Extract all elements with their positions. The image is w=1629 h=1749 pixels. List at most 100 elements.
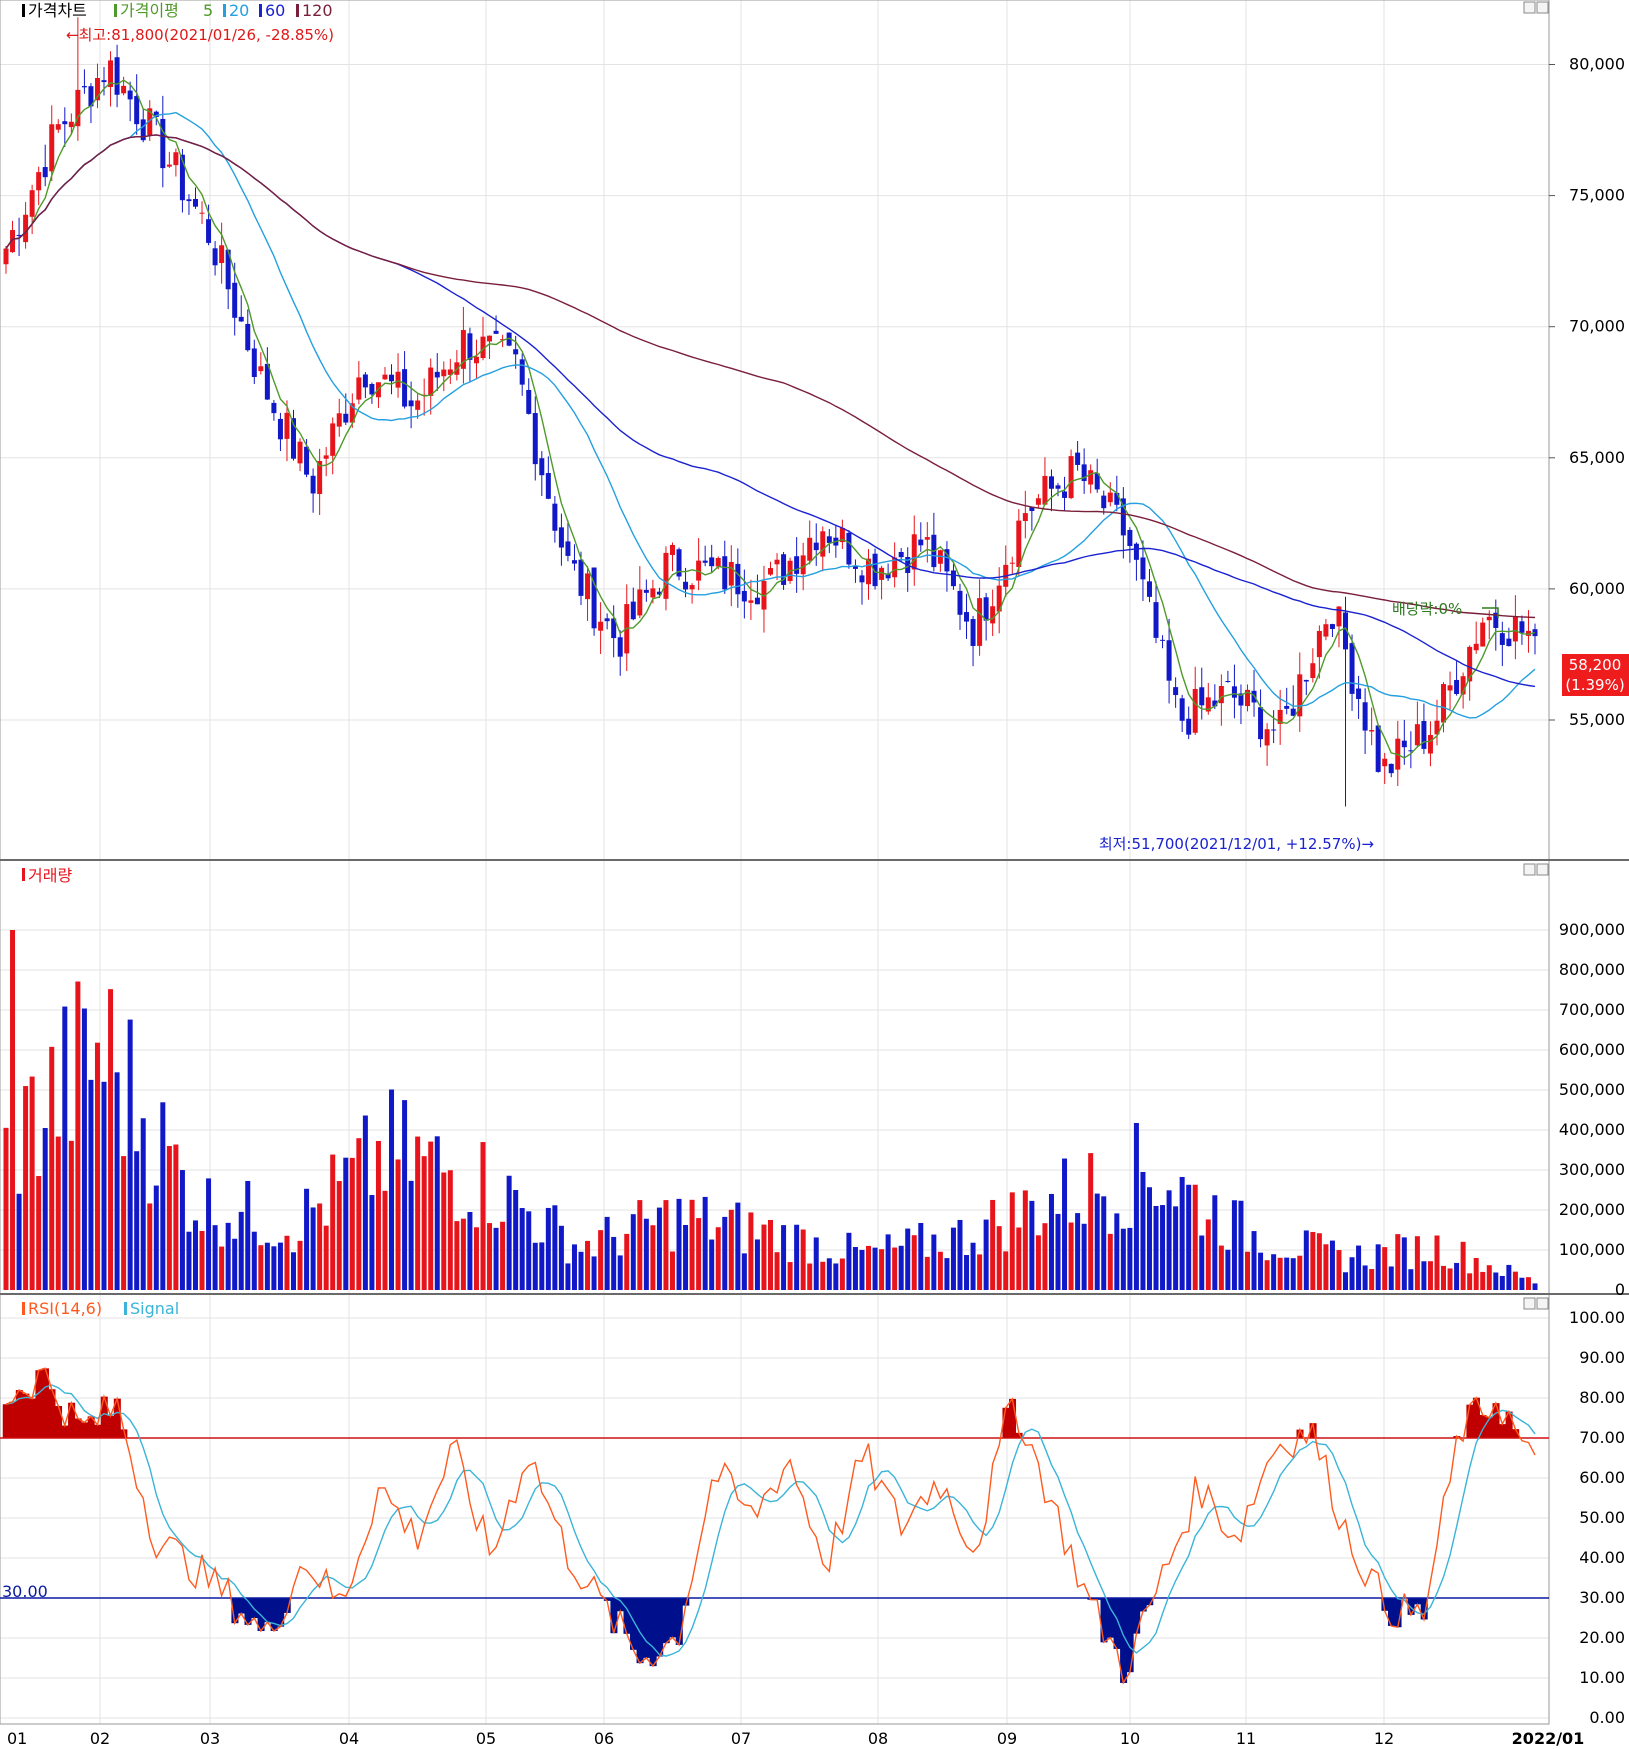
volume-bar bbox=[493, 1227, 499, 1290]
candle-body bbox=[1153, 602, 1159, 638]
volume-tick-label: 300,000 bbox=[1559, 1160, 1625, 1179]
volume-bar bbox=[284, 1235, 290, 1290]
volume-bar bbox=[715, 1227, 721, 1290]
rsi-overbought-fill bbox=[22, 1393, 30, 1438]
candle-body bbox=[1310, 663, 1316, 678]
candle-body bbox=[898, 552, 904, 558]
volume-bar bbox=[748, 1212, 754, 1290]
candle-body bbox=[598, 621, 604, 631]
rsi-oversold-fill bbox=[251, 1598, 259, 1619]
volume-bar bbox=[1512, 1271, 1518, 1290]
rsi-oversold-fill bbox=[1133, 1598, 1141, 1634]
volume-bar bbox=[996, 1226, 1002, 1290]
volume-bar bbox=[153, 1185, 159, 1290]
volume-bar bbox=[506, 1175, 512, 1290]
volume-tick-label: 700,000 bbox=[1559, 1000, 1625, 1019]
volume-bar bbox=[1493, 1272, 1499, 1290]
candle-body bbox=[219, 245, 225, 264]
volume-bar bbox=[1160, 1205, 1166, 1290]
candle-body bbox=[748, 600, 754, 603]
ma120-line bbox=[5, 134, 1536, 619]
volume-bar bbox=[1525, 1277, 1531, 1290]
volume-bar bbox=[846, 1232, 852, 1290]
candle-body bbox=[1414, 724, 1420, 746]
candle-body bbox=[330, 423, 336, 456]
minimize-icon[interactable] bbox=[1523, 863, 1536, 876]
signal-legend: Signal bbox=[130, 1299, 179, 1318]
volume-tick-label: 800,000 bbox=[1559, 960, 1625, 979]
candle-body bbox=[794, 556, 800, 574]
volume-bar bbox=[219, 1246, 225, 1290]
volume-bar bbox=[147, 1203, 153, 1290]
volume-bar bbox=[232, 1238, 238, 1290]
candle-body bbox=[1075, 452, 1081, 465]
x-tick-label: 03 bbox=[200, 1729, 220, 1748]
candle-body bbox=[434, 371, 440, 378]
volume-bar bbox=[722, 1216, 728, 1290]
volume-bar bbox=[970, 1242, 976, 1290]
rsi-tick-label: 50.00 bbox=[1579, 1508, 1625, 1527]
rsi-overbought-fill bbox=[74, 1418, 82, 1438]
volume-bar bbox=[1218, 1245, 1224, 1290]
x-tick-label: 06 bbox=[594, 1729, 614, 1748]
candle-body bbox=[1454, 679, 1460, 695]
volume-bar bbox=[500, 1221, 506, 1290]
volume-tick-label: 100,000 bbox=[1559, 1240, 1625, 1259]
volume-panel-buttons[interactable] bbox=[1523, 863, 1549, 876]
rsi-overbought-fill bbox=[94, 1424, 102, 1438]
volume-bar bbox=[362, 1115, 368, 1290]
candle-body bbox=[1303, 679, 1309, 682]
volume-bar bbox=[140, 1118, 146, 1290]
volume-bar bbox=[1316, 1233, 1322, 1290]
x-tick-label: 05 bbox=[476, 1729, 496, 1748]
volume-bar bbox=[859, 1249, 865, 1290]
candle-body bbox=[585, 573, 591, 600]
minimize-icon[interactable] bbox=[1523, 1, 1536, 14]
volume-bar bbox=[473, 1227, 479, 1290]
volume-bar bbox=[728, 1209, 734, 1290]
rsi-panel-buttons[interactable] bbox=[1523, 1297, 1549, 1310]
volume-bar bbox=[1414, 1236, 1420, 1290]
legend-ma-label: 가격이평 bbox=[120, 1, 179, 20]
volume-bar bbox=[924, 1256, 930, 1290]
candle-body bbox=[950, 570, 956, 587]
volume-bar bbox=[761, 1224, 767, 1290]
volume-bar bbox=[826, 1258, 832, 1290]
candle-body bbox=[1356, 688, 1362, 700]
volume-bar bbox=[88, 1079, 94, 1290]
price-panel-buttons[interactable] bbox=[1523, 1, 1549, 14]
volume-bar bbox=[781, 1225, 787, 1290]
volume-bar bbox=[1329, 1240, 1335, 1290]
rsi-tick-label: 40.00 bbox=[1579, 1548, 1625, 1567]
candle-body bbox=[467, 333, 473, 360]
volume-bar bbox=[1238, 1200, 1244, 1290]
close-icon[interactable] bbox=[1536, 1, 1549, 14]
volume-bar bbox=[526, 1211, 532, 1290]
volume-bar bbox=[441, 1172, 447, 1290]
volume-bar bbox=[977, 1254, 983, 1290]
close-icon[interactable] bbox=[1536, 863, 1549, 876]
rsi-oversold-fill bbox=[649, 1598, 657, 1667]
volume-bar bbox=[1042, 1223, 1048, 1290]
volume-bar bbox=[879, 1249, 885, 1290]
candle-body bbox=[545, 473, 551, 499]
volume-bar bbox=[1349, 1257, 1355, 1290]
legend-swatch-ma60 bbox=[259, 4, 262, 17]
close-icon[interactable] bbox=[1536, 1297, 1549, 1310]
volume-bar bbox=[656, 1207, 662, 1290]
volume-tick-label: 500,000 bbox=[1559, 1080, 1625, 1099]
candle-body bbox=[1140, 557, 1146, 580]
volume-bar bbox=[1480, 1271, 1486, 1290]
x-tick-label: 07 bbox=[731, 1729, 751, 1748]
volume-bar bbox=[1179, 1177, 1185, 1290]
candle-body bbox=[36, 172, 42, 191]
volume-bar bbox=[944, 1258, 950, 1290]
rsi-tick-label: 0.00 bbox=[1589, 1708, 1625, 1727]
rsi-overbought-fill bbox=[1008, 1398, 1017, 1438]
candle-body bbox=[1382, 758, 1388, 767]
volume-bar bbox=[1146, 1187, 1152, 1290]
volume-bar bbox=[1297, 1255, 1303, 1290]
candle-body bbox=[1022, 513, 1028, 522]
minimize-icon[interactable] bbox=[1523, 1297, 1536, 1310]
current-price: 58,200 bbox=[1569, 656, 1622, 674]
